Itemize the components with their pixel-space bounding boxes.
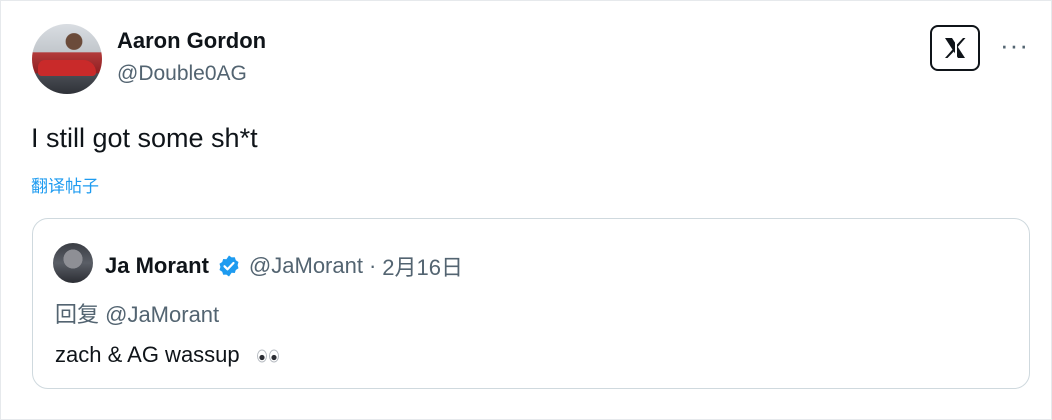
post-text: I still got some sh*t (31, 123, 258, 153)
translate-post-link[interactable]: 翻译帖子 (31, 172, 99, 197)
quoted-avatar[interactable] (53, 243, 93, 283)
author-name[interactable]: Aaron Gordon (117, 28, 266, 54)
quoted-date[interactable]: 2月16日 (382, 250, 463, 282)
avatar-car-graphic (38, 60, 96, 76)
quoted-tweet[interactable]: Ja Morant @JaMorant · 2月16日 回复 @JaMorant… (32, 218, 1030, 389)
x-logo-icon[interactable] (930, 25, 980, 71)
x-logo-glyph (945, 38, 966, 58)
quoted-header: Ja Morant @JaMorant · 2月16日 (105, 250, 463, 282)
quoted-author-handle[interactable]: @JaMorant (249, 253, 363, 279)
quoted-text: zach & AG wassup (55, 342, 282, 368)
verified-badge-icon (219, 255, 239, 277)
author-handle[interactable]: @Double0AG (117, 62, 247, 86)
quoted-text-content: zach & AG wassup (55, 342, 240, 367)
quoted-author-name[interactable]: Ja Morant (105, 253, 209, 279)
author-avatar[interactable] (32, 24, 102, 94)
separator-dot: · (368, 253, 377, 278)
eyes-emoji-icon (256, 349, 279, 363)
more-icon[interactable]: ··· (1000, 30, 1029, 61)
reply-to-line: 回复 @JaMorant (55, 302, 220, 327)
